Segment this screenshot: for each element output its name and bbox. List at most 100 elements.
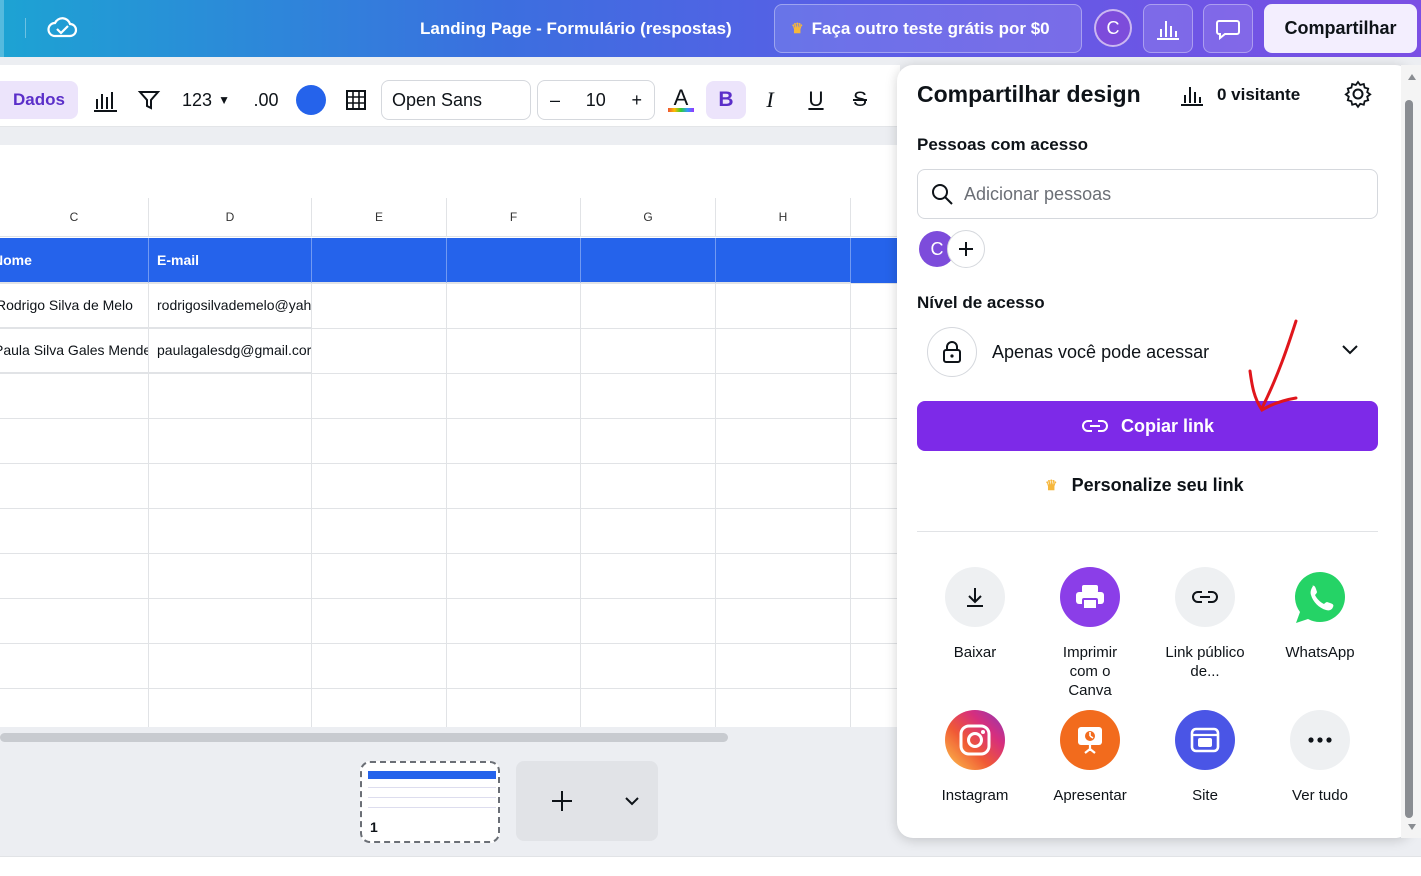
thumbnail-line xyxy=(368,807,496,808)
website-option[interactable]: Site xyxy=(1150,710,1260,805)
editor-toolbar: Dados 123 ▼ .00 Open Sans – 10 + A I U S xyxy=(0,65,900,127)
print-label: Imprimir com o Canva xyxy=(1062,644,1118,699)
document-title[interactable]: Landing Page - Formulário (respostas) xyxy=(420,19,732,39)
download-label: Baixar xyxy=(953,644,997,661)
font-size-stepper[interactable]: – 10 + xyxy=(537,80,655,120)
page-thumbnail[interactable]: 1 xyxy=(360,761,500,843)
bold-button[interactable]: B xyxy=(706,81,746,119)
table-cell[interactable]: paulagalesdg@gmail.cor xyxy=(149,328,312,373)
analytics-button[interactable] xyxy=(1143,4,1193,53)
see-all-option[interactable]: Ver tudo xyxy=(1265,710,1375,805)
personalize-link-button[interactable]: ♛ Personalize seu link xyxy=(1045,475,1244,496)
font-family-select[interactable]: Open Sans xyxy=(381,80,531,120)
add-people-field[interactable] xyxy=(917,169,1378,219)
table-cell[interactable] xyxy=(312,238,447,283)
decimal-format-button[interactable]: .00 xyxy=(248,81,284,119)
gear-icon[interactable] xyxy=(1343,79,1373,109)
panel-scrollbar-thumb[interactable] xyxy=(1405,100,1413,818)
table-borders-button[interactable] xyxy=(340,81,372,119)
people-access-label: Pessoas com acesso xyxy=(917,135,1089,154)
search-icon xyxy=(932,184,953,205)
column-header-d[interactable]: D xyxy=(149,198,312,237)
number-format-dropdown[interactable]: 123 ▼ xyxy=(176,81,236,119)
underline-button[interactable]: U xyxy=(802,81,830,119)
cell-fill-color-button[interactable] xyxy=(296,85,326,115)
share-button[interactable]: Compartilhar xyxy=(1264,4,1417,53)
data-tab-button[interactable]: Dados xyxy=(0,81,78,119)
public-link-option[interactable]: Link público de... xyxy=(1150,567,1260,681)
public-link-label: Link público de... xyxy=(1165,644,1245,680)
table-cell[interactable]: E-mail xyxy=(149,238,312,283)
top-bar: Landing Page - Formulário (respostas) ♛ … xyxy=(0,0,1421,57)
print-option[interactable]: Imprimir com o Canva xyxy=(1035,567,1145,700)
crown-icon: ♛ xyxy=(1045,477,1058,493)
user-avatar[interactable]: C xyxy=(1094,9,1132,47)
access-level-dropdown[interactable]: Apenas você pode acessar xyxy=(927,327,1377,377)
strikethrough-button[interactable]: S xyxy=(846,81,874,119)
free-trial-button[interactable]: ♛ Faça outro teste grátis por $0 xyxy=(774,4,1082,53)
share-panel-title: Compartilhar design xyxy=(917,81,1141,107)
column-header-f[interactable]: F xyxy=(447,198,581,237)
link-icon xyxy=(1175,567,1235,627)
website-icon xyxy=(1175,710,1235,770)
add-page-button[interactable] xyxy=(516,761,658,841)
table-cell[interactable]: Rodrigo Silva de Melo xyxy=(0,283,149,328)
chart-insert-button[interactable] xyxy=(88,81,122,119)
add-people-input[interactable] xyxy=(964,183,1364,205)
column-header-g[interactable]: G xyxy=(581,198,716,237)
link-icon xyxy=(1082,420,1108,432)
table-cell[interactable]: rodrigosilvademelo@yah xyxy=(149,283,312,328)
comments-button[interactable] xyxy=(1203,4,1253,53)
column-header-next[interactable] xyxy=(851,198,900,237)
plus-icon xyxy=(959,242,973,256)
filter-button[interactable] xyxy=(134,81,164,119)
instagram-icon xyxy=(945,710,1005,770)
present-label: Apresentar xyxy=(1053,787,1127,804)
table-cell[interactable]: Nome xyxy=(0,238,149,283)
divider xyxy=(917,531,1378,532)
page-number: 1 xyxy=(370,819,378,835)
scroll-up-icon[interactable] xyxy=(1407,73,1417,81)
table-cell[interactable] xyxy=(716,238,851,283)
see-all-label: Ver tudo xyxy=(1292,787,1348,804)
instagram-option[interactable]: Instagram xyxy=(920,710,1030,805)
download-option[interactable]: Baixar xyxy=(920,567,1030,662)
instagram-label: Instagram xyxy=(941,787,1009,804)
whatsapp-icon xyxy=(1290,567,1350,627)
color-strip xyxy=(668,108,694,112)
decrease-size-button[interactable]: – xyxy=(550,90,560,111)
cell-text: Rodrigo Silva de Melo xyxy=(0,297,133,313)
whatsapp-option[interactable]: WhatsApp xyxy=(1265,567,1375,662)
text-color-button[interactable]: A xyxy=(666,81,696,119)
horizontal-scrollbar[interactable] xyxy=(0,733,728,742)
chart-icon xyxy=(94,92,117,112)
status-bar xyxy=(0,856,1421,876)
website-label: Site xyxy=(1192,787,1218,804)
present-option[interactable]: Apresentar xyxy=(1035,710,1145,805)
increase-size-button[interactable]: + xyxy=(631,90,642,111)
visitors-count: 0 visitante xyxy=(1217,85,1301,104)
chevron-down-icon[interactable] xyxy=(624,795,640,807)
access-level-label: Nível de acesso xyxy=(917,293,1045,312)
column-header-h[interactable]: H xyxy=(716,198,851,237)
plus-icon xyxy=(552,791,572,811)
column-header-e[interactable]: E xyxy=(312,198,447,237)
font-size-value[interactable]: 10 xyxy=(586,90,606,111)
top-bar-edge xyxy=(0,0,4,57)
table-cell[interactable] xyxy=(581,238,716,283)
scroll-down-icon[interactable] xyxy=(1407,823,1417,831)
share-panel: Compartilhar design 0 visitante Pessoas … xyxy=(897,65,1411,838)
free-trial-label: Faça outro teste grátis por $0 xyxy=(811,18,1050,38)
cloud-saved-icon[interactable] xyxy=(46,14,78,42)
comment-icon xyxy=(1216,19,1240,40)
add-person-button[interactable] xyxy=(947,230,985,268)
visitors-button[interactable]: 0 visitante xyxy=(1179,83,1300,107)
italic-button[interactable]: I xyxy=(756,81,784,119)
copy-link-button[interactable]: Copiar link xyxy=(917,401,1378,451)
column-header-c[interactable]: C xyxy=(0,198,149,237)
table-cell[interactable] xyxy=(447,238,581,283)
personalize-link-label: Personalize seu link xyxy=(1071,475,1244,495)
chevron-down-icon xyxy=(1342,345,1358,355)
present-icon xyxy=(1060,710,1120,770)
table-cell[interactable]: Paula Silva Gales Mende xyxy=(0,328,149,373)
